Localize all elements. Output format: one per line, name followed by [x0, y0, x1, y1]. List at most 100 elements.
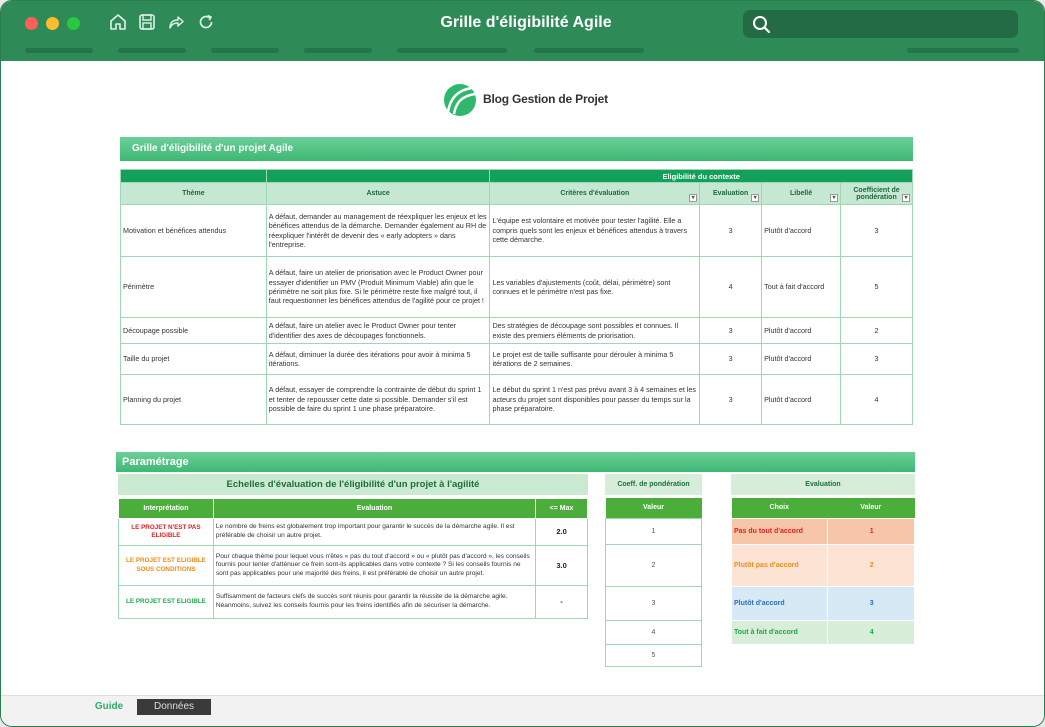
table-row[interactable]: LE PROJET EST ELIGIBLE Suffisamment de f…: [118, 585, 588, 619]
cell-critere[interactable]: Le projet est de taille suffisante pour …: [489, 343, 701, 375]
cell-astuce[interactable]: A défaut, essayer de comprendre la contr…: [265, 374, 491, 425]
app-window: Grille d'éligibilité Agile Blog Gestion …: [0, 0, 1045, 727]
col-header-valeur: Valeur: [827, 498, 915, 518]
cell-astuce[interactable]: A défaut, demander au management de réex…: [265, 204, 491, 257]
cell-libelle[interactable]: Plutôt d'accord: [761, 343, 842, 375]
cell-coef[interactable]: 4: [840, 374, 913, 425]
cell-libelle[interactable]: Plutôt d'accord: [761, 204, 842, 257]
cell-max[interactable]: 2.0: [535, 518, 588, 546]
cell-critere[interactable]: Des stratégies de découpage sont possibl…: [489, 317, 701, 344]
table-row[interactable]: Pas du tout d'accord 1: [731, 517, 915, 545]
menu-tab-placeholder[interactable]: [211, 48, 279, 53]
filter-dropdown-icon[interactable]: ▾: [902, 194, 910, 202]
cell-choix[interactable]: Plutôt pas d'accord: [731, 543, 828, 587]
col-header-max: <= Max: [535, 498, 588, 519]
refresh-icon[interactable]: [195, 13, 217, 35]
table-row[interactable]: Plutôt pas d'accord 2: [731, 543, 915, 587]
cell-theme[interactable]: Découpage possible: [120, 317, 267, 344]
cell-choix[interactable]: Pas du tout d'accord: [731, 517, 828, 545]
table-row[interactable]: Tout à fait d'accord 4: [731, 619, 915, 645]
cell-coef-value[interactable]: 2: [605, 543, 702, 587]
cell-max[interactable]: -: [535, 585, 588, 619]
window-title: Grille d'éligibilité Agile: [440, 14, 612, 31]
cell-interpretation[interactable]: LE PROJET EST ELIGIBLE: [118, 585, 214, 619]
cell-interpretation[interactable]: LE PROJET EST ELIGIBLE SOUS CONDITIONS: [118, 545, 214, 586]
col-header-valeur: Valeur: [605, 498, 702, 518]
cell-coef[interactable]: 5: [840, 256, 913, 318]
filter-dropdown-icon[interactable]: ▾: [751, 194, 760, 202]
cell-theme[interactable]: Taille du projet: [120, 343, 267, 375]
table-row[interactable]: Planning du projet A défaut, essayer de …: [120, 374, 913, 425]
cell-evaluation[interactable]: 3: [699, 204, 763, 257]
sheet-content: Blog Gestion de Projet Grille d'éligibil…: [1, 61, 1044, 695]
menu-tab-placeholder[interactable]: [534, 48, 644, 53]
cell-evaluation[interactable]: 4: [699, 256, 763, 318]
cell-libelle[interactable]: Plutôt d'accord: [761, 374, 842, 425]
menu-tab-placeholder[interactable]: [304, 48, 372, 53]
cell-astuce[interactable]: A défaut, faire un atelier de priorisati…: [265, 256, 491, 318]
col-header-criteres: Critères d'évaluation ▾: [489, 182, 701, 205]
table-row[interactable]: Découpage possible A défaut, faire un at…: [120, 317, 913, 344]
cell-coef-value[interactable]: 3: [605, 585, 702, 621]
table-row[interactable]: LE PROJET EST ELIGIBLE SOUS CONDITIONS P…: [118, 545, 588, 586]
menu-tab-placeholder[interactable]: [25, 48, 93, 53]
col-header-choix: Choix: [731, 498, 827, 518]
cell-coef[interactable]: 3: [840, 204, 913, 257]
cell-evaluation[interactable]: 3: [699, 317, 763, 344]
filter-dropdown-icon[interactable]: ▾: [689, 194, 698, 202]
filter-dropdown-icon[interactable]: ▾: [830, 194, 839, 202]
cell-theme[interactable]: Périmètre: [120, 256, 267, 318]
cell-evaluation[interactable]: 3: [699, 343, 763, 375]
section-title: Grille d'éligibilité d'un projet Agile: [120, 137, 913, 161]
save-icon[interactable]: [136, 13, 158, 35]
cell-valeur[interactable]: 3: [826, 585, 915, 621]
table-row[interactable]: Motivation et bénéfices attendus A défau…: [120, 204, 913, 257]
scales-title: Echelles d'évaluation de l'éligibilité d…: [118, 474, 588, 495]
cell-evaluation[interactable]: Suffisamment de facteurs clefs de succès…: [212, 585, 537, 619]
cell-coef-value[interactable]: 1: [605, 517, 702, 545]
menu-tab-placeholder[interactable]: [397, 48, 507, 53]
cell-valeur[interactable]: 1: [826, 517, 915, 545]
cell-coef-value[interactable]: 4: [605, 619, 702, 645]
cell-evaluation[interactable]: Le nombre de freins est globalement trop…: [212, 518, 537, 546]
cell-evaluation[interactable]: Pour chaque thème pour lequel vous n'ête…: [212, 545, 537, 586]
coef-title: Coeff. de pondération: [605, 474, 702, 495]
cell-coef[interactable]: 3: [840, 343, 913, 375]
col-header-libelle: Libellé ▾: [761, 182, 842, 205]
cell-critere[interactable]: Le début du sprint 1 n'est pas prévu ava…: [489, 374, 701, 425]
cell-libelle[interactable]: Plutôt d'accord: [761, 317, 842, 344]
redo-icon[interactable]: [165, 13, 187, 35]
cell-evaluation[interactable]: 3: [699, 374, 763, 425]
maximize-window-button[interactable]: [67, 17, 80, 30]
cell-theme[interactable]: Motivation et bénéfices attendus: [120, 204, 267, 257]
cell-choix[interactable]: Tout à fait d'accord: [731, 619, 828, 645]
close-window-button[interactable]: [25, 17, 38, 30]
menu-tab-placeholder[interactable]: [118, 48, 186, 53]
cell-valeur[interactable]: 4: [826, 619, 915, 645]
search-input[interactable]: [743, 10, 1018, 38]
cell-coef[interactable]: 2: [840, 317, 913, 344]
table-row[interactable]: Plutôt d'accord 3: [731, 585, 915, 621]
cell-critere[interactable]: L'équipe est volontaire et motivée pour …: [489, 204, 701, 257]
home-icon[interactable]: [107, 13, 129, 35]
cell-interpretation[interactable]: LE PROJET N'EST PAS ELIGIBLE: [118, 518, 214, 546]
sheet-tab-guide[interactable]: Guide: [85, 699, 133, 715]
table-row[interactable]: Taille du projet A défaut, diminuer la d…: [120, 343, 913, 375]
table-row[interactable]: Périmètre A défaut, faire un atelier de …: [120, 256, 913, 318]
table-row[interactable]: LE PROJET N'EST PAS ELIGIBLE Le nombre d…: [118, 518, 588, 546]
evaluation-panel: Evaluation Choix Valeur Pas du tout d'ac…: [731, 474, 915, 645]
minimize-window-button[interactable]: [46, 17, 59, 30]
cell-max[interactable]: 3.0: [535, 545, 588, 586]
cell-astuce[interactable]: A défaut, diminuer la durée des itératio…: [265, 343, 491, 375]
cell-critere[interactable]: Les variables d'ajustements (coût, délai…: [489, 256, 701, 318]
cell-valeur[interactable]: 2: [826, 543, 915, 587]
cell-astuce[interactable]: A défaut, faire un atelier avec le Produ…: [265, 317, 491, 344]
cell-coef-value[interactable]: 5: [605, 643, 702, 667]
sheet-tab-donnees[interactable]: Données: [137, 699, 211, 715]
cell-choix[interactable]: Plutôt d'accord: [731, 585, 828, 621]
parametrage-title: Paramétrage: [116, 452, 915, 472]
cell-theme[interactable]: Planning du projet: [120, 374, 267, 425]
leaf-logo-icon: [444, 84, 476, 116]
cell-libelle[interactable]: Tout à fait d'accord: [761, 256, 842, 318]
menu-tab-placeholder[interactable]: [907, 48, 1019, 53]
